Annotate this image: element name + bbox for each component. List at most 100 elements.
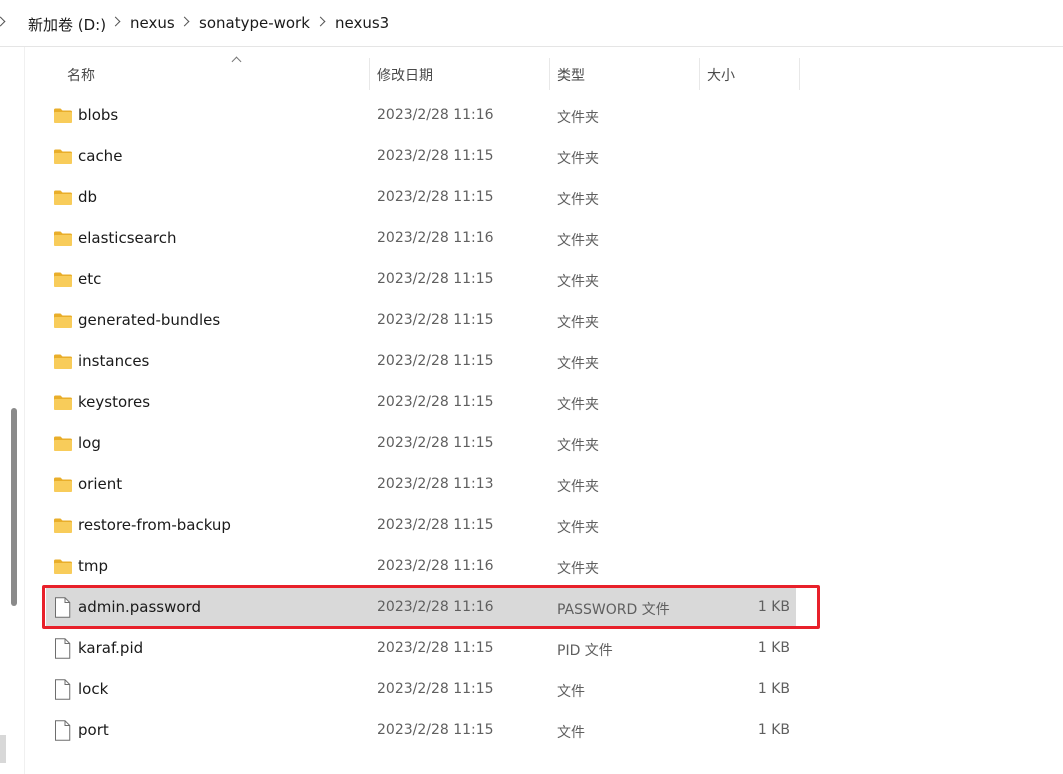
file-type: 文件夹: [557, 110, 599, 126]
file-row[interactable]: blobs 2023/2/28 11:16 文件夹: [46, 96, 796, 136]
file-type: PID 文件: [557, 643, 613, 659]
file-name: log: [78, 434, 101, 452]
file-type: 文件夹: [557, 561, 599, 577]
file-modified-date: 2023/2/28 11:15: [377, 394, 494, 410]
file-row[interactable]: tmp 2023/2/28 11:16 文件夹: [46, 547, 796, 587]
file-modified-date: 2023/2/28 11:16: [377, 230, 494, 246]
file-type: 文件夹: [557, 479, 599, 495]
file-name: keystores: [78, 393, 151, 411]
file-type: 文件: [557, 725, 585, 741]
column-divider[interactable]: [699, 58, 700, 90]
file-modified-date: 2023/2/28 11:15: [377, 640, 494, 656]
file-icon: [54, 597, 71, 622]
address-bar[interactable]: 新加卷 (D:) nexus sonatype-work nexus3: [0, 0, 1063, 47]
file-row[interactable]: etc 2023/2/28 11:15 文件夹: [46, 260, 796, 300]
file-name: elasticsearch: [78, 229, 177, 247]
column-header-modified[interactable]: 修改日期: [377, 65, 433, 85]
column-divider[interactable]: [369, 58, 370, 90]
column-divider[interactable]: [549, 58, 550, 90]
file-name: admin.password: [78, 598, 201, 616]
file-type: 文件夹: [557, 397, 599, 413]
file-type: 文件夹: [557, 233, 599, 249]
file-row[interactable]: orient 2023/2/28 11:13 文件夹: [46, 465, 796, 505]
folder-icon: [53, 476, 73, 497]
file-row[interactable]: generated-bundles 2023/2/28 11:15 文件夹: [46, 301, 796, 341]
sort-ascending-icon: [231, 56, 242, 67]
breadcrumb-chevron-icon[interactable]: [315, 16, 326, 27]
folder-icon: [53, 517, 73, 538]
file-size: 1 KB: [757, 599, 790, 615]
file-size: 1 KB: [757, 681, 790, 697]
file-size: 1 KB: [757, 722, 790, 738]
folder-icon: [53, 353, 73, 374]
file-row[interactable]: keystores 2023/2/28 11:15 文件夹: [46, 383, 796, 423]
folder-icon: [53, 394, 73, 415]
file-size: 1 KB: [757, 640, 790, 656]
column-header-size[interactable]: 大小: [707, 65, 735, 85]
folder-icon: [53, 271, 73, 292]
breadcrumb-chevron-icon: [0, 16, 6, 27]
file-modified-date: 2023/2/28 11:15: [377, 681, 494, 697]
folder-icon: [53, 558, 73, 579]
folder-icon: [53, 189, 73, 210]
file-icon: [54, 638, 71, 663]
file-row[interactable]: log 2023/2/28 11:15 文件夹: [46, 424, 796, 464]
file-modified-date: 2023/2/28 11:13: [377, 476, 494, 492]
file-type: PASSWORD 文件: [557, 602, 670, 618]
file-type: 文件夹: [557, 520, 599, 536]
file-name: tmp: [78, 557, 109, 575]
file-type: 文件夹: [557, 438, 599, 454]
navigation-scrollbar[interactable]: [11, 408, 17, 606]
file-modified-date: 2023/2/28 11:15: [377, 722, 494, 738]
file-modified-date: 2023/2/28 11:16: [377, 107, 494, 123]
folder-icon: [53, 435, 73, 456]
file-name: port: [78, 721, 109, 739]
file-type: 文件夹: [557, 356, 599, 372]
file-type: 文件夹: [557, 192, 599, 208]
breadcrumb-chevron-icon[interactable]: [179, 16, 190, 27]
file-name: db: [78, 188, 98, 206]
file-row[interactable]: instances 2023/2/28 11:15 文件夹: [46, 342, 796, 382]
folder-icon: [53, 148, 73, 169]
file-name: blobs: [78, 106, 119, 124]
breadcrumb-item-sonatype-work[interactable]: sonatype-work: [199, 14, 310, 32]
column-header-type[interactable]: 类型: [557, 65, 585, 85]
file-row[interactable]: elasticsearch 2023/2/28 11:16 文件夹: [46, 219, 796, 259]
file-row[interactable]: db 2023/2/28 11:15 文件夹: [46, 178, 796, 218]
folder-icon: [53, 107, 73, 128]
file-row[interactable]: restore-from-backup 2023/2/28 11:15 文件夹: [46, 506, 796, 546]
file-icon: [54, 679, 71, 704]
breadcrumb-item-nexus3[interactable]: nexus3: [335, 14, 389, 32]
file-icon: [54, 720, 71, 745]
file-modified-date: 2023/2/28 11:15: [377, 435, 494, 451]
breadcrumb-item-nexus[interactable]: nexus: [130, 14, 175, 32]
file-name: lock: [78, 680, 109, 698]
breadcrumb-chevron-icon[interactable]: [110, 16, 121, 27]
folder-icon: [53, 312, 73, 333]
file-type: 文件夹: [557, 315, 599, 331]
file-modified-date: 2023/2/28 11:16: [377, 599, 494, 615]
breadcrumb-item-drive[interactable]: 新加卷 (D:): [28, 14, 106, 35]
file-name: etc: [78, 270, 102, 288]
file-row[interactable]: admin.password 2023/2/28 11:16 PASSWORD 文件…: [46, 588, 796, 628]
file-modified-date: 2023/2/28 11:16: [377, 558, 494, 574]
file-row[interactable]: cache 2023/2/28 11:15 文件夹: [46, 137, 796, 177]
navigation-pane[interactable]: [0, 47, 25, 774]
column-divider[interactable]: [799, 58, 800, 90]
file-type: 文件夹: [557, 151, 599, 167]
folder-icon: [53, 230, 73, 251]
file-type: 文件: [557, 684, 585, 700]
file-modified-date: 2023/2/28 11:15: [377, 189, 494, 205]
column-header-name[interactable]: 名称: [67, 65, 95, 85]
file-name: generated-bundles: [78, 311, 221, 329]
file-row[interactable]: port 2023/2/28 11:15 文件 1 KB: [46, 711, 796, 751]
file-name: instances: [78, 352, 150, 370]
file-name: cache: [78, 147, 123, 165]
file-row[interactable]: lock 2023/2/28 11:15 文件 1 KB: [46, 670, 796, 710]
file-modified-date: 2023/2/28 11:15: [377, 148, 494, 164]
file-row[interactable]: karaf.pid 2023/2/28 11:15 PID 文件 1 KB: [46, 629, 796, 669]
file-modified-date: 2023/2/28 11:15: [377, 312, 494, 328]
file-modified-date: 2023/2/28 11:15: [377, 517, 494, 533]
file-type: 文件夹: [557, 274, 599, 290]
navigation-scroll-bottom: [0, 735, 6, 763]
